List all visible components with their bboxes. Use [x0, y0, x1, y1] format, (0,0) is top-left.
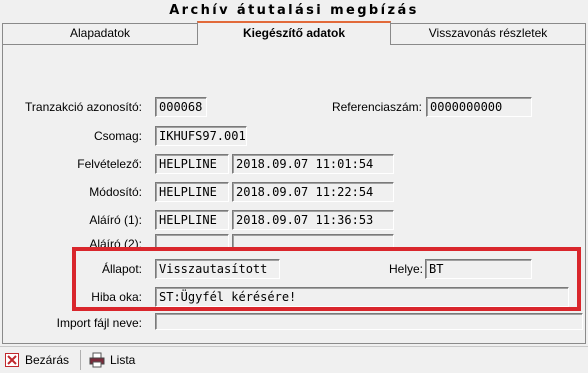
bottom-toolbar: Bezárás Lista — [0, 346, 588, 373]
list-button-label: Lista — [110, 353, 136, 367]
tab-kiegeszito-label: Kiegészítő adatok — [242, 26, 346, 40]
csomag-label: Csomag: — [93, 129, 142, 143]
import-field[interactable] — [155, 313, 583, 330]
felvetelezo-user-field[interactable]: HELPLINE — [155, 154, 229, 174]
felvetelezo-time-field[interactable]: 2018.09.07 11:01:54 — [232, 154, 394, 174]
hiba-oka-field[interactable]: ST:Ügyfél kérésére! — [155, 287, 569, 307]
helye-field[interactable]: BT — [425, 259, 532, 279]
close-icon — [4, 352, 20, 368]
referencia-label: Referenciaszám: — [331, 100, 422, 114]
printer-icon — [89, 352, 105, 368]
close-button-label: Bezárás — [25, 353, 70, 367]
toolbar-separator — [80, 350, 81, 370]
list-button[interactable]: Lista — [89, 350, 135, 370]
tab-bar: Alapadatok Kiegészítő adatok Visszavonás… — [0, 21, 588, 45]
helye-label: Helye: — [388, 262, 423, 276]
csomag-field[interactable]: IKHUFS97.001 — [155, 126, 247, 146]
alairo1-time-field[interactable]: 2018.09.07 11:36:53 — [232, 210, 394, 230]
tab-kiegeszito-adatok[interactable]: Kiegészítő adatok — [197, 21, 391, 45]
modosito-label: Módosító: — [89, 185, 142, 199]
tranzakcio-field[interactable]: 000068 — [155, 97, 207, 117]
close-button[interactable]: Bezárás — [4, 350, 69, 370]
modosito-user-field[interactable]: HELPLINE — [155, 182, 229, 202]
felvetelezo-label: Felvételező: — [77, 157, 142, 171]
alairo2-time-field[interactable] — [232, 234, 394, 250]
tab-alapadatok[interactable]: Alapadatok — [2, 23, 198, 44]
allapot-label: Állapot: — [101, 262, 142, 276]
tranzakcio-label: Tranzakció azonosító: — [25, 100, 142, 114]
window-title: Archív átutalási megbízás — [169, 3, 419, 18]
hiba-oka-label: Hiba oka: — [91, 290, 142, 304]
referencia-field[interactable]: 0000000000 — [426, 97, 532, 117]
tab-visszavonas-label: Visszavonás részletek — [428, 26, 548, 40]
alairo2-label: Aláíró (2): — [89, 237, 142, 251]
alairo1-user-field[interactable]: HELPLINE — [155, 210, 229, 230]
alairo2-user-field[interactable] — [155, 234, 229, 250]
alairo1-label: Aláíró (1): — [89, 213, 142, 227]
import-label: Import fájl neve: — [56, 316, 142, 330]
tab-visszavonas-reszletek[interactable]: Visszavonás részletek — [390, 23, 586, 44]
allapot-field[interactable]: Visszautasított — [155, 259, 280, 279]
tab-alapadatok-label: Alapadatok — [69, 26, 131, 40]
modosito-time-field[interactable]: 2018.09.07 11:22:54 — [232, 182, 394, 202]
